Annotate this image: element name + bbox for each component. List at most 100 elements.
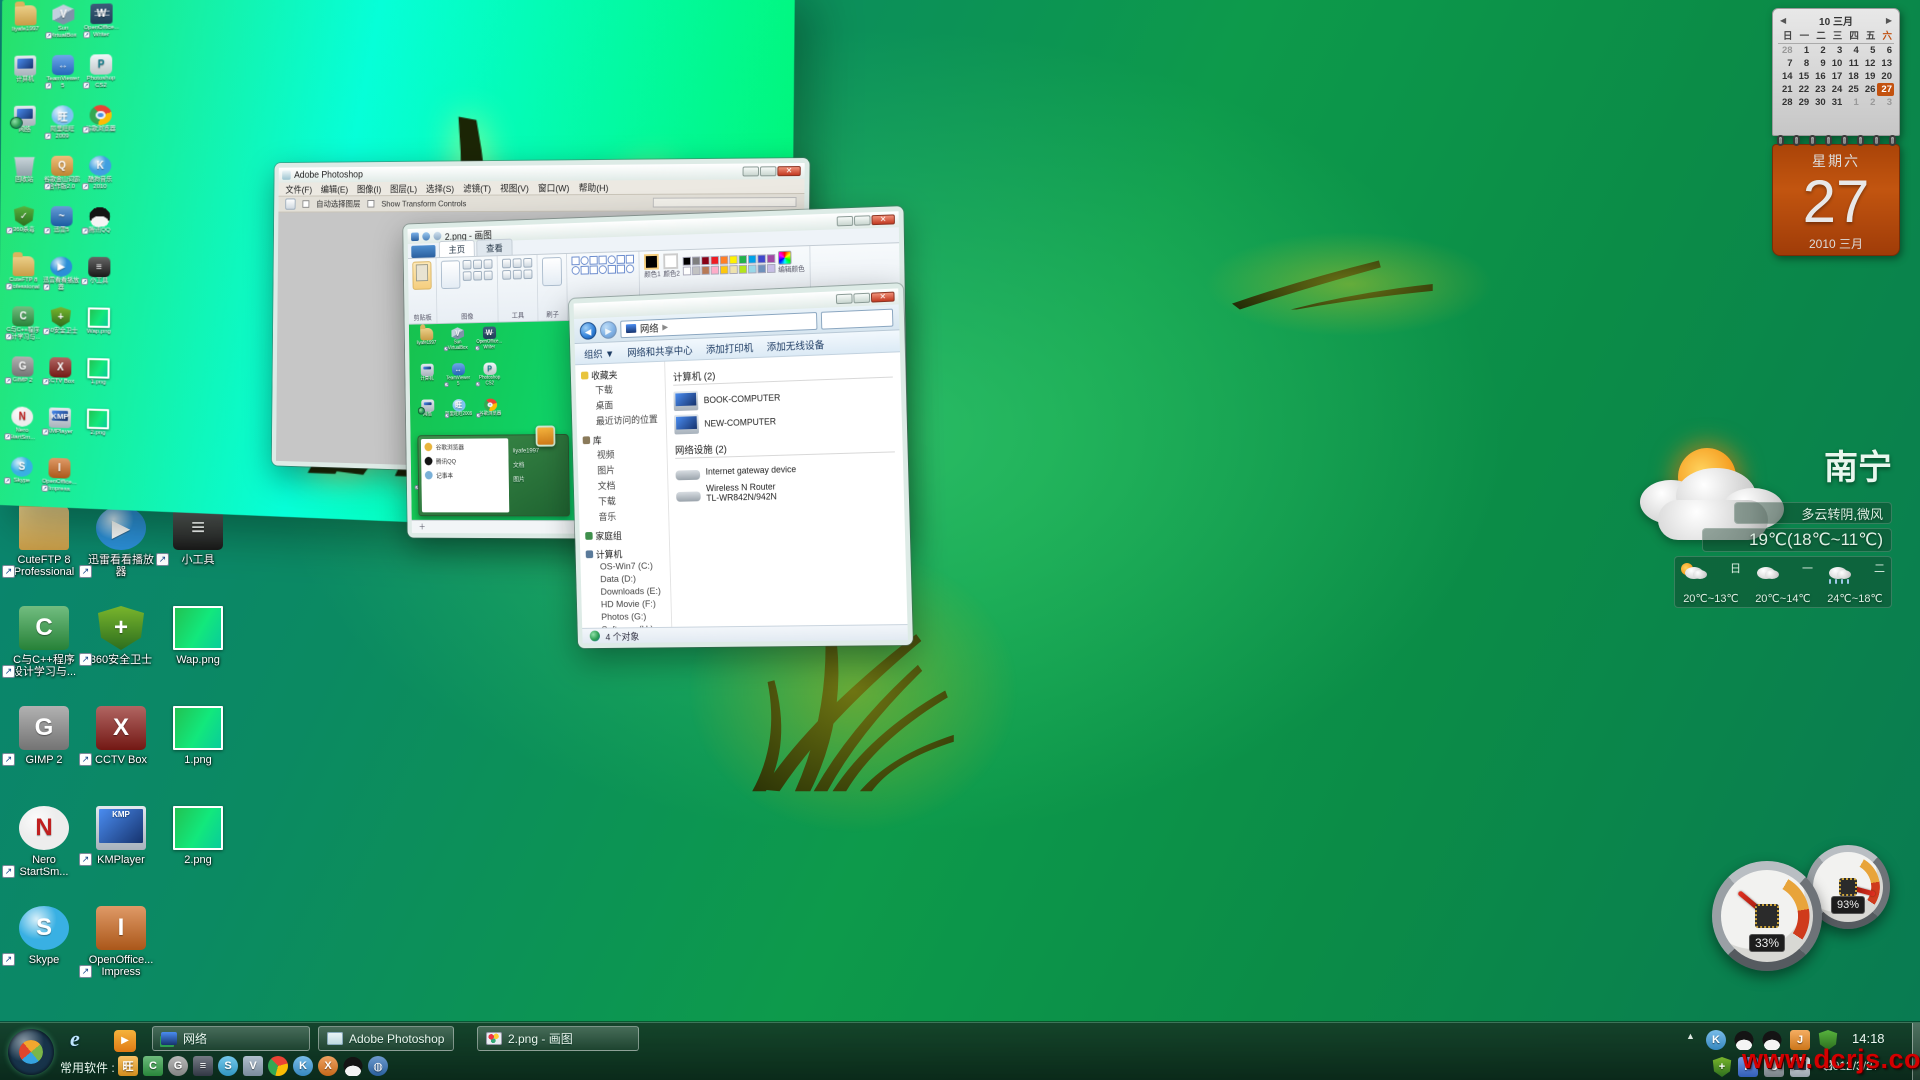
taskbar-button[interactable]: 2.png - 画图 — [477, 1026, 639, 1051]
weather-gadget[interactable]: 南宁 多云转阴,微风 19℃(18℃~11℃) 日20℃~13℃一20℃~14℃… — [1638, 438, 1900, 610]
palette-swatch[interactable] — [710, 265, 719, 274]
calendar-cell[interactable]: 3 — [1877, 96, 1894, 109]
calendar-cell[interactable]: 21 — [1778, 83, 1795, 96]
add-wireless-button[interactable]: 添加无线设备 — [766, 336, 824, 353]
move-tool-icon[interactable] — [285, 198, 295, 209]
desktop-icon[interactable]: ↗C与C++程序 设计学习与... — [5, 306, 41, 341]
calendar-cell[interactable]: 31 — [1828, 96, 1845, 109]
calendar-cell[interactable]: 27 — [1877, 83, 1894, 96]
desktop-icon[interactable]: liyafe1997 — [412, 328, 440, 347]
app-tray-icon[interactable]: G — [168, 1056, 188, 1076]
start-menu-item[interactable]: 腾讯QQ — [425, 455, 505, 465]
menu-item[interactable]: 编辑(E) — [321, 182, 349, 195]
desktop-icon[interactable]: ↗Nero StartSm... — [4, 406, 40, 441]
tray-overflow-button[interactable]: ▲ — [1686, 1031, 1695, 1041]
checkbox[interactable] — [302, 200, 309, 208]
desktop-icon[interactable]: 计算机 — [7, 55, 43, 83]
tool-buttons[interactable] — [502, 258, 532, 280]
desktop-icon[interactable]: ↗Sun VirtualBox — [45, 4, 81, 39]
redo-icon[interactable] — [433, 231, 441, 240]
desktop-icon[interactable]: ↗CuteFTP 8 Professional — [2, 506, 86, 578]
sidebar-item[interactable]: 音乐 — [585, 507, 669, 525]
edit-colors-button[interactable] — [778, 251, 791, 265]
palette-swatch[interactable] — [701, 265, 709, 274]
paint-menu-button[interactable] — [411, 245, 435, 258]
minimize-button[interactable] — [837, 216, 854, 226]
next-month-button[interactable]: ▶ — [1886, 16, 1892, 25]
desktop-icon[interactable]: liyafe1997 — [8, 5, 44, 33]
palette-swatch[interactable] — [692, 256, 700, 265]
desktop-icon[interactable]: ↗GIMP 2 — [2, 706, 86, 766]
paste-button[interactable] — [412, 261, 431, 290]
app-tray-icon[interactable]: K — [293, 1056, 313, 1076]
calendar-cell[interactable]: 17 — [1828, 70, 1845, 83]
internet-explorer-icon[interactable]: e — [70, 1026, 80, 1052]
calendar-cell[interactable]: 5 — [1861, 44, 1878, 57]
menu-item[interactable]: 选择(S) — [426, 181, 454, 195]
shield-tray-icon[interactable]: + — [1712, 1057, 1732, 1077]
palette-swatch[interactable] — [720, 265, 729, 274]
tab-home[interactable]: 主页 — [439, 240, 475, 257]
start-button[interactable] — [8, 1029, 54, 1075]
desktop-icon[interactable]: Wap.png — [156, 606, 240, 666]
maximize-button[interactable] — [854, 215, 871, 226]
desktop-icon[interactable]: ↗Nero StartSm... — [2, 806, 86, 878]
desktop-icon[interactable]: ↗Sun VirtualBox — [444, 327, 472, 351]
desktop-icon[interactable]: ↗Skype — [2, 906, 86, 966]
sidebar-item[interactable]: Downloads (E:) — [587, 585, 671, 599]
palette-swatch[interactable] — [683, 266, 691, 275]
calendar-cell[interactable]: 26 — [1861, 83, 1878, 96]
palette-swatch[interactable] — [738, 264, 747, 273]
menu-item[interactable]: 帮助(H) — [579, 180, 609, 194]
desktop-icon[interactable]: ↗阿里旺旺2009 — [445, 399, 473, 418]
calendar-cell[interactable]: 6 — [1877, 44, 1894, 57]
checkbox[interactable] — [367, 200, 374, 208]
sidebar-section-header[interactable]: 家庭组 — [585, 527, 669, 542]
desktop-icon[interactable]: ↗酷狗音乐2010 — [82, 156, 119, 191]
calendar-cell[interactable]: 29 — [1795, 96, 1812, 109]
save-icon[interactable] — [411, 232, 419, 241]
palette-swatch[interactable] — [738, 255, 747, 264]
calendar-cell[interactable]: 4 — [1844, 44, 1861, 57]
network-item[interactable]: NEW-COMPUTER — [674, 410, 808, 434]
window-explorer[interactable]: ✕ ◀ ▶ 网络 ▶ 组织 ▼ 网络和共享中心 添加打印机 添加无线设备 收藏夹… — [569, 283, 913, 648]
start-menu-right-label[interactable]: 图片 — [513, 473, 564, 483]
desktop-icon[interactable]: ↗谷歌浏览器 — [82, 105, 119, 133]
desktop-icon[interactable]: ↗TeamViewer 5 — [444, 363, 472, 387]
desktop-icon[interactable]: 1.png — [80, 358, 116, 387]
app-tray-icon[interactable]: C — [143, 1056, 163, 1076]
desktop-icon[interactable]: ↗OpenOffice... Writer — [475, 326, 503, 350]
calendar-cell[interactable]: 14 — [1778, 70, 1795, 83]
address-bar[interactable]: 网络 ▶ — [620, 311, 817, 337]
menu-item[interactable]: 滤镜(T) — [463, 181, 491, 195]
palette-swatch[interactable] — [757, 254, 766, 263]
desktop-icon[interactable]: ↗Photoshop CS2 — [475, 362, 503, 386]
calendar-cell[interactable]: 20 — [1877, 70, 1894, 83]
app-tray-icon[interactable]: X — [318, 1056, 338, 1076]
desktop-icon[interactable]: ↗360安全卫士 — [79, 606, 163, 666]
app-tray-icon[interactable]: K — [1706, 1030, 1726, 1050]
desktop-icon[interactable]: ↗360杀毒 — [6, 206, 42, 234]
calendar-cell[interactable]: 8 — [1795, 57, 1812, 70]
desktop-icon[interactable]: ↗迅雷5 — [44, 206, 80, 234]
menu-item[interactable]: 图层(L) — [390, 182, 417, 195]
palette-swatch[interactable] — [692, 266, 700, 275]
calendar-cell[interactable]: 24 — [1828, 83, 1845, 96]
menu-item[interactable]: 窗口(W) — [538, 181, 570, 195]
menu-item[interactable]: 视图(V) — [500, 181, 529, 195]
desktop-icon[interactable]: ↗TeamViewer 5 — [45, 55, 81, 90]
start-menu-right-label[interactable]: 文档 — [513, 459, 564, 469]
calendar-cell[interactable]: 2 — [1861, 96, 1878, 109]
palette-swatch[interactable] — [748, 254, 757, 263]
palette-swatch[interactable] — [767, 254, 776, 263]
calendar-cell[interactable]: 28 — [1778, 96, 1795, 109]
group-header[interactable]: 网络设施 (2) — [675, 435, 895, 458]
desktop-icon[interactable]: ↗小工具 — [81, 257, 117, 285]
taskbar-button[interactable]: Adobe Photoshop — [318, 1026, 454, 1051]
palette-swatch[interactable] — [757, 264, 766, 273]
calendar-cell[interactable]: 30 — [1811, 96, 1828, 109]
calendar-cell[interactable]: 1 — [1795, 44, 1812, 57]
desktop-icon[interactable]: ↗CuteFTP 8 Professional — [6, 256, 42, 291]
calendar-cell[interactable]: 10 — [1828, 57, 1845, 70]
sidebar-item[interactable]: HD Movie (F:) — [587, 598, 671, 612]
